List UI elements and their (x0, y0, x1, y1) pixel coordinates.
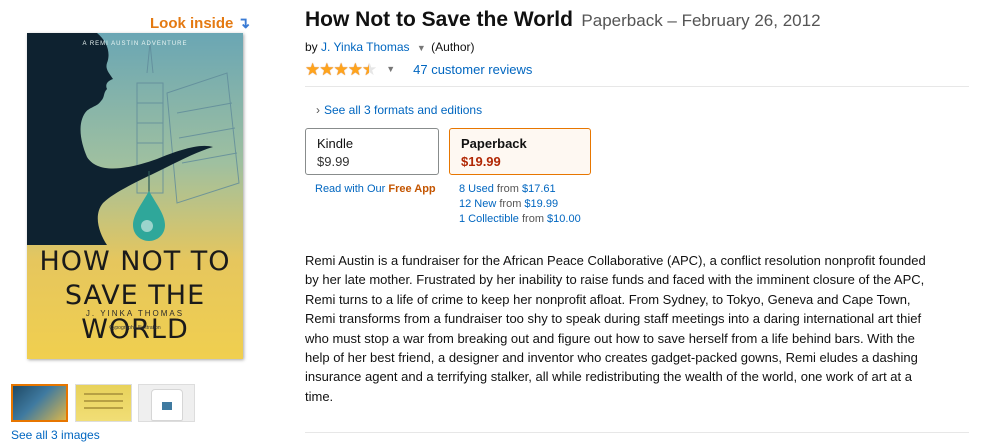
author-link[interactable]: J. Yinka Thomas (321, 40, 410, 54)
free-app-bold: Free App (388, 183, 436, 195)
see-all-formats-label: See all 3 formats and editions (324, 103, 483, 117)
look-inside-link[interactable]: Look inside ↴ (150, 14, 250, 32)
product-title: How Not to Save the World (305, 8, 573, 31)
offer-price[interactable]: $17.61 (522, 183, 556, 195)
thumb-text-line (84, 407, 123, 409)
format-option-kindle[interactable]: Kindle $9.99 (305, 128, 439, 175)
see-all-formats-link[interactable]: › See all 3 formats and editions (316, 103, 482, 117)
thumbnail-cover-back[interactable] (75, 384, 132, 422)
offer-row: 12 New from $19.99 (459, 197, 581, 212)
book-cover-image[interactable]: A REMI AUSTIN ADVENTURE HOW NOT TO SAVE … (27, 33, 243, 359)
offer-link[interactable]: 8 Used (459, 183, 494, 195)
offer-from: from (521, 213, 544, 225)
cover-credit: Cypographe Illustration (109, 325, 161, 331)
offer-from: from (499, 198, 522, 210)
offer-link[interactable]: 12 New (459, 198, 496, 210)
divider (305, 432, 969, 433)
stars-filled-icon: ★★★★★ (305, 60, 369, 78)
chevron-right-icon: › (316, 103, 320, 117)
format-name: Kindle (317, 136, 354, 151)
product-title-line: How Not to Save the World Paperback – Fe… (305, 8, 821, 32)
cover-series: A REMI AUSTIN ADVENTURE (82, 41, 188, 47)
cover-title-line-1: HOW NOT TO (39, 246, 231, 277)
thumbnail-cover-front[interactable] (11, 384, 68, 422)
thumbnail-tshirt[interactable] (138, 384, 195, 422)
byline: by J. Yinka Thomas ▼ (Author) (305, 40, 475, 54)
offer-listings: 8 Used from $17.61 12 New from $19.99 1 … (459, 182, 581, 227)
star-rating-icon[interactable]: ★★★★★ ★★★★★ (305, 60, 377, 78)
see-all-images-link[interactable]: See all 3 images (11, 428, 100, 442)
rating-caret-icon[interactable]: ▼ (386, 64, 395, 74)
offer-row: 8 Used from $17.61 (459, 182, 581, 197)
format-name: Paperback (461, 136, 527, 151)
format-price: $9.99 (317, 154, 350, 169)
cover-author: J. YINKA THOMAS (85, 309, 185, 318)
silhouette (27, 33, 213, 245)
by-prefix: by (305, 40, 318, 54)
format-option-paperback[interactable]: Paperback $19.99 (449, 128, 591, 175)
drop-highlight (141, 220, 153, 232)
author-role: (Author) (431, 40, 475, 54)
look-inside-arrow-icon: ↴ (237, 15, 251, 32)
kindle-free-app-link[interactable]: Read with Our Free App (315, 183, 436, 195)
offer-row: 1 Collectible from $10.00 (459, 212, 581, 227)
customer-reviews-link[interactable]: 47 customer reviews (413, 62, 532, 77)
tshirt-print (162, 402, 172, 410)
format-and-date: Paperback – February 26, 2012 (581, 11, 821, 30)
offer-price[interactable]: $19.99 (524, 198, 558, 210)
free-app-prefix: Read with Our (315, 183, 386, 195)
offer-from: from (496, 183, 519, 195)
skyline-sketch (136, 42, 240, 204)
look-inside-label: Look inside (150, 15, 234, 32)
offer-link[interactable]: 1 Collectible (459, 213, 519, 225)
thumb-text-line (84, 393, 123, 395)
water-drop (133, 191, 165, 241)
offer-price[interactable]: $10.00 (547, 213, 581, 225)
format-price: $19.99 (461, 154, 501, 169)
author-caret-icon[interactable]: ▼ (417, 43, 426, 53)
thumb-text-line (84, 400, 123, 402)
cover-title: HOW NOT TO SAVE THE WORLD (27, 245, 243, 347)
divider (305, 86, 969, 87)
rating-row: ★★★★★ ★★★★★ ▼ 47 customer reviews (305, 59, 532, 79)
book-description: Remi Austin is a fundraiser for the Afri… (305, 253, 926, 404)
